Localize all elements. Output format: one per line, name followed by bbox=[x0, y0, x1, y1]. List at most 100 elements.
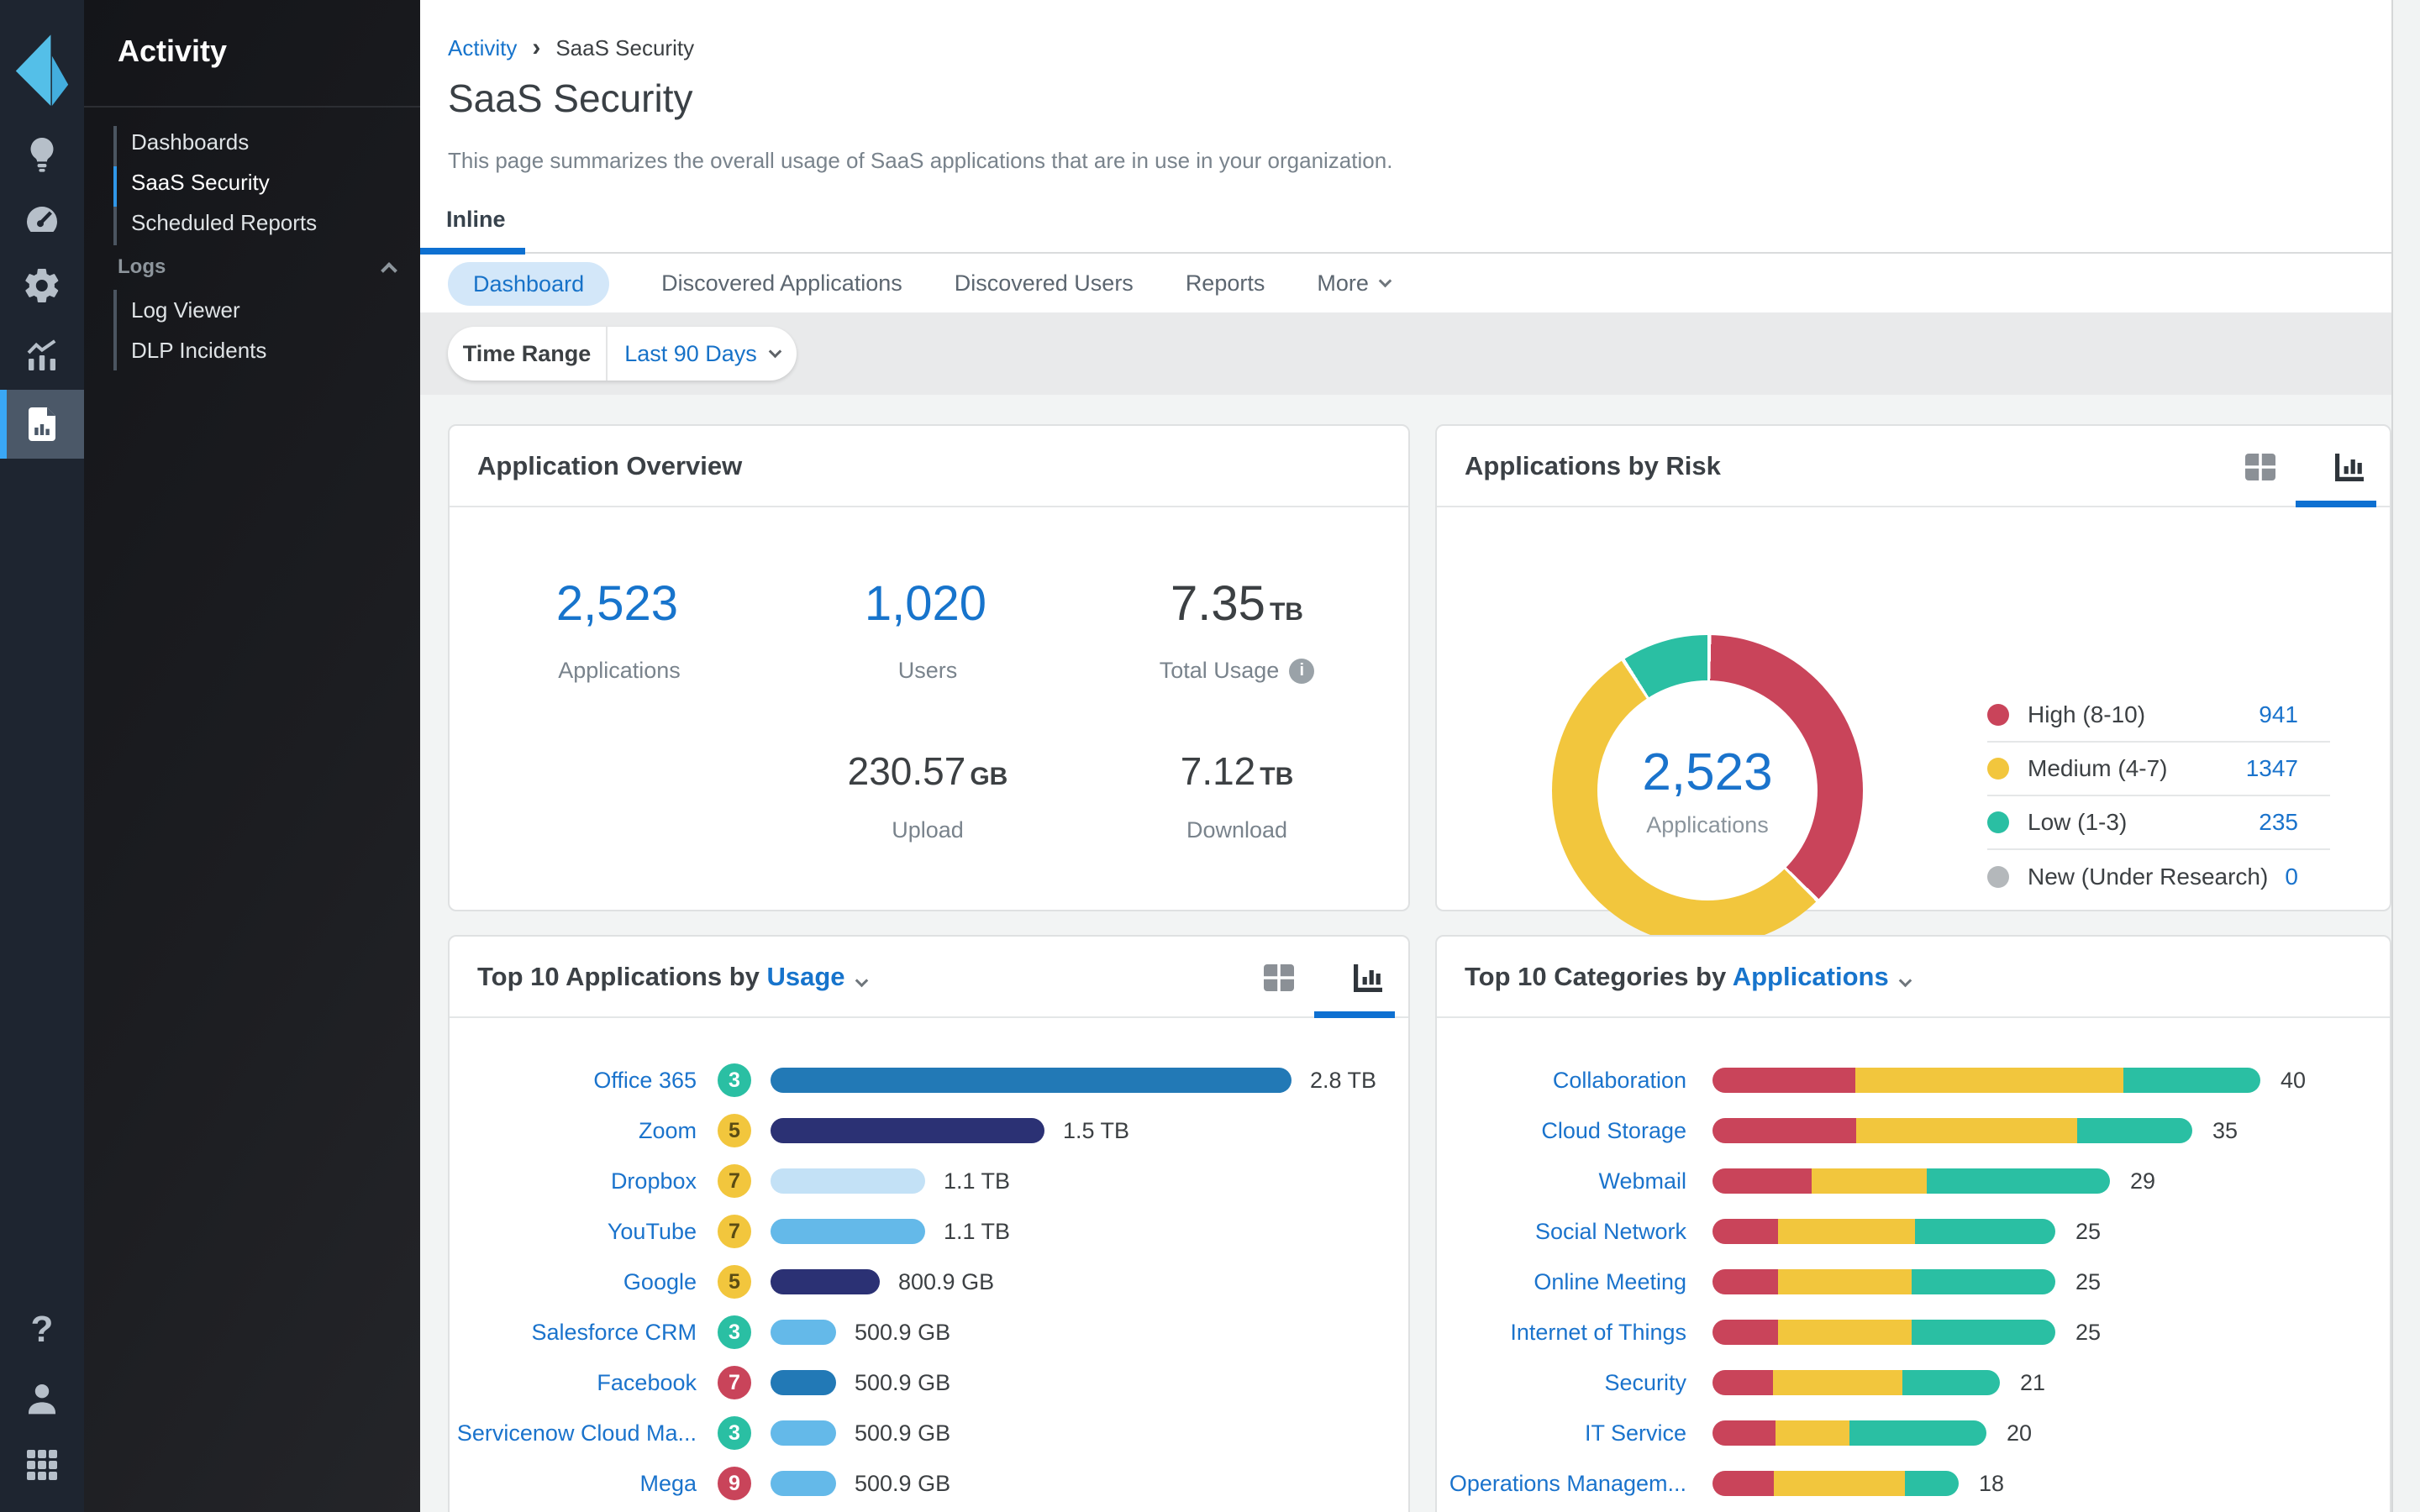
category-name-link[interactable]: IT Service bbox=[1437, 1420, 1686, 1446]
segment-medium bbox=[1855, 1068, 2123, 1093]
segment-low bbox=[1849, 1420, 1986, 1446]
app-name-link[interactable]: Google bbox=[450, 1269, 697, 1295]
chart-view-icon[interactable] bbox=[1348, 958, 1388, 998]
table-view-icon[interactable] bbox=[2240, 447, 2281, 487]
tab-inline[interactable]: Inline bbox=[446, 207, 506, 233]
sidebar-logs-header[interactable]: Logs bbox=[118, 247, 395, 287]
insights-nav-button[interactable] bbox=[0, 119, 84, 188]
app-name-link[interactable]: YouTube bbox=[450, 1219, 697, 1245]
risk-donut-chart[interactable]: 2,523 Applications bbox=[1552, 635, 1863, 946]
page-scrollbar-track[interactable] bbox=[2391, 0, 2420, 1512]
sidebar-item-dlp-incidents[interactable]: DLP Incidents bbox=[131, 330, 266, 370]
page-title: SaaS Security bbox=[448, 76, 692, 121]
category-name-link[interactable]: Webmail bbox=[1437, 1168, 1686, 1194]
info-icon[interactable]: i bbox=[1289, 659, 1314, 684]
stat-label: Applications bbox=[476, 658, 762, 684]
metric-dropdown[interactable]: Usage bbox=[767, 962, 845, 991]
donut-total: 2,523 bbox=[1642, 743, 1772, 802]
chart-view-icon[interactable] bbox=[2329, 447, 2370, 487]
subtab-discovered-applications[interactable]: Discovered Applications bbox=[661, 270, 902, 297]
risk-stacked-bar bbox=[1712, 1219, 2055, 1244]
usage-value: 1.5 TB bbox=[1063, 1118, 1129, 1144]
segment-medium bbox=[1778, 1269, 1912, 1294]
metric-dropdown[interactable]: Applications bbox=[1733, 962, 1889, 991]
breadcrumb-current: SaaS Security bbox=[555, 35, 694, 61]
chevron-down-icon bbox=[1379, 275, 1392, 288]
category-name-link[interactable]: Online Meeting bbox=[1437, 1269, 1686, 1295]
reports-nav-button[interactable] bbox=[0, 390, 84, 459]
filter-bar: Time Range Last 90 Days bbox=[420, 312, 2391, 395]
usage-bar bbox=[771, 1219, 925, 1244]
app-name-link[interactable]: Zoom bbox=[450, 1118, 697, 1144]
category-name-link[interactable]: Social Network bbox=[1437, 1219, 1686, 1245]
donut-label: Applications bbox=[1646, 812, 1769, 838]
app-name-link[interactable]: Facebook bbox=[450, 1370, 697, 1396]
category-name-link[interactable]: Cloud Storage bbox=[1437, 1118, 1686, 1144]
time-range-value: Last 90 Days bbox=[624, 341, 757, 367]
time-range-label: Time Range bbox=[448, 341, 606, 367]
time-range-value-dropdown[interactable]: Last 90 Days bbox=[608, 341, 797, 367]
user-profile-button[interactable] bbox=[0, 1364, 84, 1433]
sidebar-item-scheduled-reports[interactable]: Scheduled Reports bbox=[131, 202, 317, 243]
nav-active-marker bbox=[113, 166, 117, 207]
legend-value-link[interactable]: 941 bbox=[2259, 701, 2298, 728]
stat-users: 1,020 Users bbox=[785, 577, 1071, 684]
breadcrumb-activity-link[interactable]: Activity bbox=[448, 35, 517, 61]
app-name-link[interactable]: Mega bbox=[450, 1471, 697, 1497]
breadcrumb: Activity › SaaS Security bbox=[448, 34, 694, 62]
app-row-youtube: YouTube71.1 TB bbox=[450, 1206, 1408, 1257]
card-title: Application Overview bbox=[477, 451, 742, 481]
time-range-filter[interactable]: Time Range Last 90 Days bbox=[448, 327, 797, 381]
stat-value: 7.12TB bbox=[1094, 749, 1380, 799]
sidebar-divider bbox=[84, 106, 420, 108]
subtab-label: Discovered Applications bbox=[661, 270, 902, 297]
subtab-more[interactable]: More bbox=[1317, 270, 1390, 297]
sidebar-item-log-viewer[interactable]: Log Viewer bbox=[131, 290, 266, 330]
table-view-icon[interactable] bbox=[1259, 958, 1299, 998]
app-name-link[interactable]: Dropbox bbox=[450, 1168, 697, 1194]
page-header: Activity › SaaS Security SaaS Security T… bbox=[420, 0, 2391, 312]
category-name-link[interactable]: Security bbox=[1437, 1370, 1686, 1396]
category-count: 40 bbox=[2281, 1068, 2306, 1094]
subtab-reports[interactable]: Reports bbox=[1186, 270, 1265, 297]
help-button[interactable]: ? bbox=[0, 1295, 84, 1364]
legend-value-link[interactable]: 0 bbox=[2285, 864, 2298, 890]
app-usage-rows: Office 36532.8 TBZoom51.5 TBDropbox71.1 … bbox=[450, 1055, 1408, 1509]
sidebar-item-dashboards[interactable]: Dashboards bbox=[131, 122, 317, 162]
settings-nav-button[interactable] bbox=[0, 251, 84, 320]
category-name-link[interactable]: Collaboration bbox=[1437, 1068, 1686, 1094]
app-name-link[interactable]: Servicenow Cloud Ma... bbox=[450, 1420, 697, 1446]
sidebar-item-saas-security[interactable]: SaaS Security bbox=[131, 162, 317, 202]
user-icon bbox=[22, 1378, 62, 1419]
app-row-google: Google5800.9 GB bbox=[450, 1257, 1408, 1307]
risk-stacked-bar bbox=[1712, 1269, 2055, 1294]
risk-score-badge: 5 bbox=[718, 1265, 751, 1299]
app-name-link[interactable]: Office 365 bbox=[450, 1068, 697, 1094]
segment-high bbox=[1712, 1168, 1812, 1194]
card-title: Top 10 Applications by Usage bbox=[477, 962, 866, 992]
legend-dot-icon bbox=[1987, 866, 2009, 888]
risk-score-badge: 3 bbox=[718, 1063, 751, 1097]
analytics-nav-button[interactable] bbox=[0, 321, 84, 390]
view-toggle bbox=[2240, 426, 2370, 507]
category-name-link[interactable]: Internet of Things bbox=[1437, 1320, 1686, 1346]
stat-value[interactable]: 2,523 bbox=[476, 577, 762, 639]
legend-value-link[interactable]: 1347 bbox=[2246, 755, 2298, 782]
app-switcher-button[interactable] bbox=[0, 1431, 84, 1499]
product-logo-icon[interactable] bbox=[10, 24, 74, 111]
legend-value-link[interactable]: 235 bbox=[2259, 809, 2298, 836]
lightbulb-icon bbox=[22, 134, 62, 174]
category-count: 29 bbox=[2130, 1168, 2155, 1194]
category-name-link[interactable]: Operations Managem... bbox=[1437, 1471, 1686, 1497]
subtab-dashboard[interactable]: Dashboard bbox=[448, 262, 609, 306]
stat-total-usage: 7.35TB Total Usagei bbox=[1094, 577, 1380, 684]
category-count: 21 bbox=[2020, 1370, 2045, 1396]
icon-rail: ? bbox=[0, 0, 84, 1512]
stat-label: Download bbox=[1094, 817, 1380, 843]
stat-value[interactable]: 1,020 bbox=[785, 577, 1071, 639]
legend-row-low-1-3: Low (1-3)235 bbox=[1987, 796, 2330, 850]
donut-center: 2,523 Applications bbox=[1552, 635, 1863, 946]
dashboard-nav-button[interactable] bbox=[0, 186, 84, 255]
app-name-link[interactable]: Salesforce CRM bbox=[450, 1320, 697, 1346]
subtab-discovered-users[interactable]: Discovered Users bbox=[955, 270, 1134, 297]
